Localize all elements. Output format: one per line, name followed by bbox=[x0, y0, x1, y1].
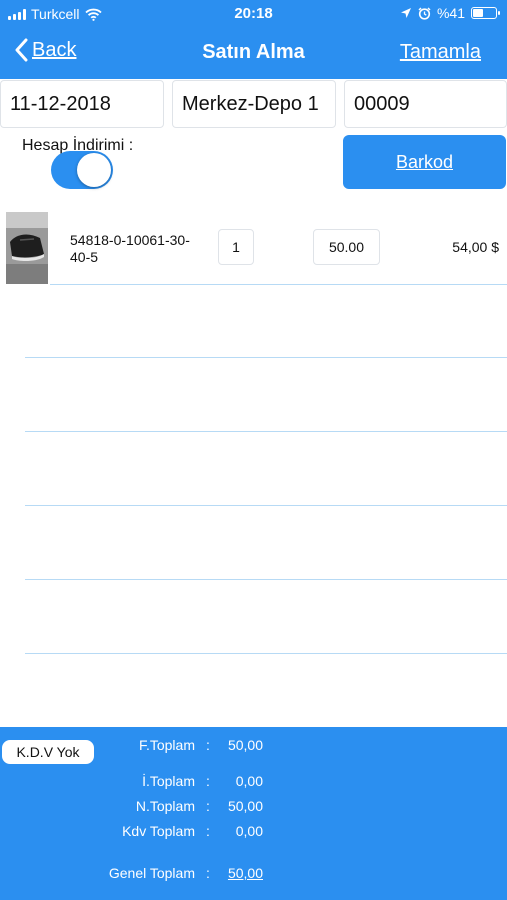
kdv-button[interactable]: K.D.V Yok bbox=[2, 740, 94, 764]
top-bar: Turkcell 20:18 %41 Back Satın Alma Tamam… bbox=[0, 0, 507, 79]
toggle-knob bbox=[77, 153, 111, 187]
account-discount-toggle[interactable] bbox=[51, 151, 113, 189]
grand-total-label: Genel Toplam bbox=[108, 865, 195, 881]
row-divider bbox=[25, 579, 507, 580]
date-field[interactable]: 11-12-2018 bbox=[0, 80, 164, 128]
totals-row-label: İ.Toplam bbox=[142, 773, 195, 789]
nav-bar: Back Satın Alma Tamamla bbox=[0, 30, 507, 76]
line-total: 54,00 $ bbox=[452, 239, 499, 255]
totals-separator: : bbox=[206, 773, 210, 789]
barcode-button[interactable]: Barkod bbox=[343, 135, 506, 189]
totals-row-value: 50,00 bbox=[227, 798, 263, 814]
battery-percent: %41 bbox=[436, 5, 465, 21]
totals-row-value: 0,00 bbox=[235, 823, 263, 839]
totals-separator: : bbox=[206, 823, 210, 839]
status-bar: Turkcell 20:18 %41 bbox=[0, 0, 507, 28]
totals-separator: : bbox=[206, 865, 210, 881]
row-divider bbox=[25, 653, 507, 654]
alarm-icon bbox=[418, 6, 431, 20]
row-divider bbox=[25, 505, 507, 506]
location-icon bbox=[400, 8, 411, 18]
row-divider bbox=[25, 431, 507, 432]
totals-separator: : bbox=[206, 798, 210, 814]
warehouse-field[interactable]: Merkez-Depo 1 bbox=[172, 80, 336, 128]
quantity-field[interactable]: 1 bbox=[218, 229, 254, 265]
totals-row-value: 0,00 bbox=[235, 773, 263, 789]
list-item[interactable]: 54818-0-10061-30-40-5 1 50.00 54,00 $ bbox=[0, 210, 507, 286]
totals-separator: : bbox=[206, 737, 210, 753]
grand-total-value[interactable]: 50,00 bbox=[228, 865, 263, 881]
totals-panel: K.D.V Yok F.Toplam : 50,00 İ.Toplam : 0,… bbox=[0, 727, 507, 900]
battery-icon bbox=[471, 7, 500, 19]
row-divider bbox=[50, 284, 507, 285]
status-right: %41 bbox=[400, 5, 500, 21]
totals-row-label: Kdv Toplam bbox=[122, 823, 195, 839]
totals-row-label: N.Toplam bbox=[135, 798, 195, 814]
totals-row-value: 50,00 bbox=[227, 737, 263, 753]
product-image bbox=[6, 212, 48, 284]
complete-button[interactable]: Tamamla bbox=[400, 41, 481, 64]
totals-row-label: F.Toplam bbox=[138, 737, 195, 753]
document-number-field[interactable]: 00009 bbox=[344, 80, 507, 128]
row-divider bbox=[25, 357, 507, 358]
unit-price-field[interactable]: 50.00 bbox=[313, 229, 380, 265]
product-code: 54818-0-10061-30-40-5 bbox=[70, 232, 190, 265]
